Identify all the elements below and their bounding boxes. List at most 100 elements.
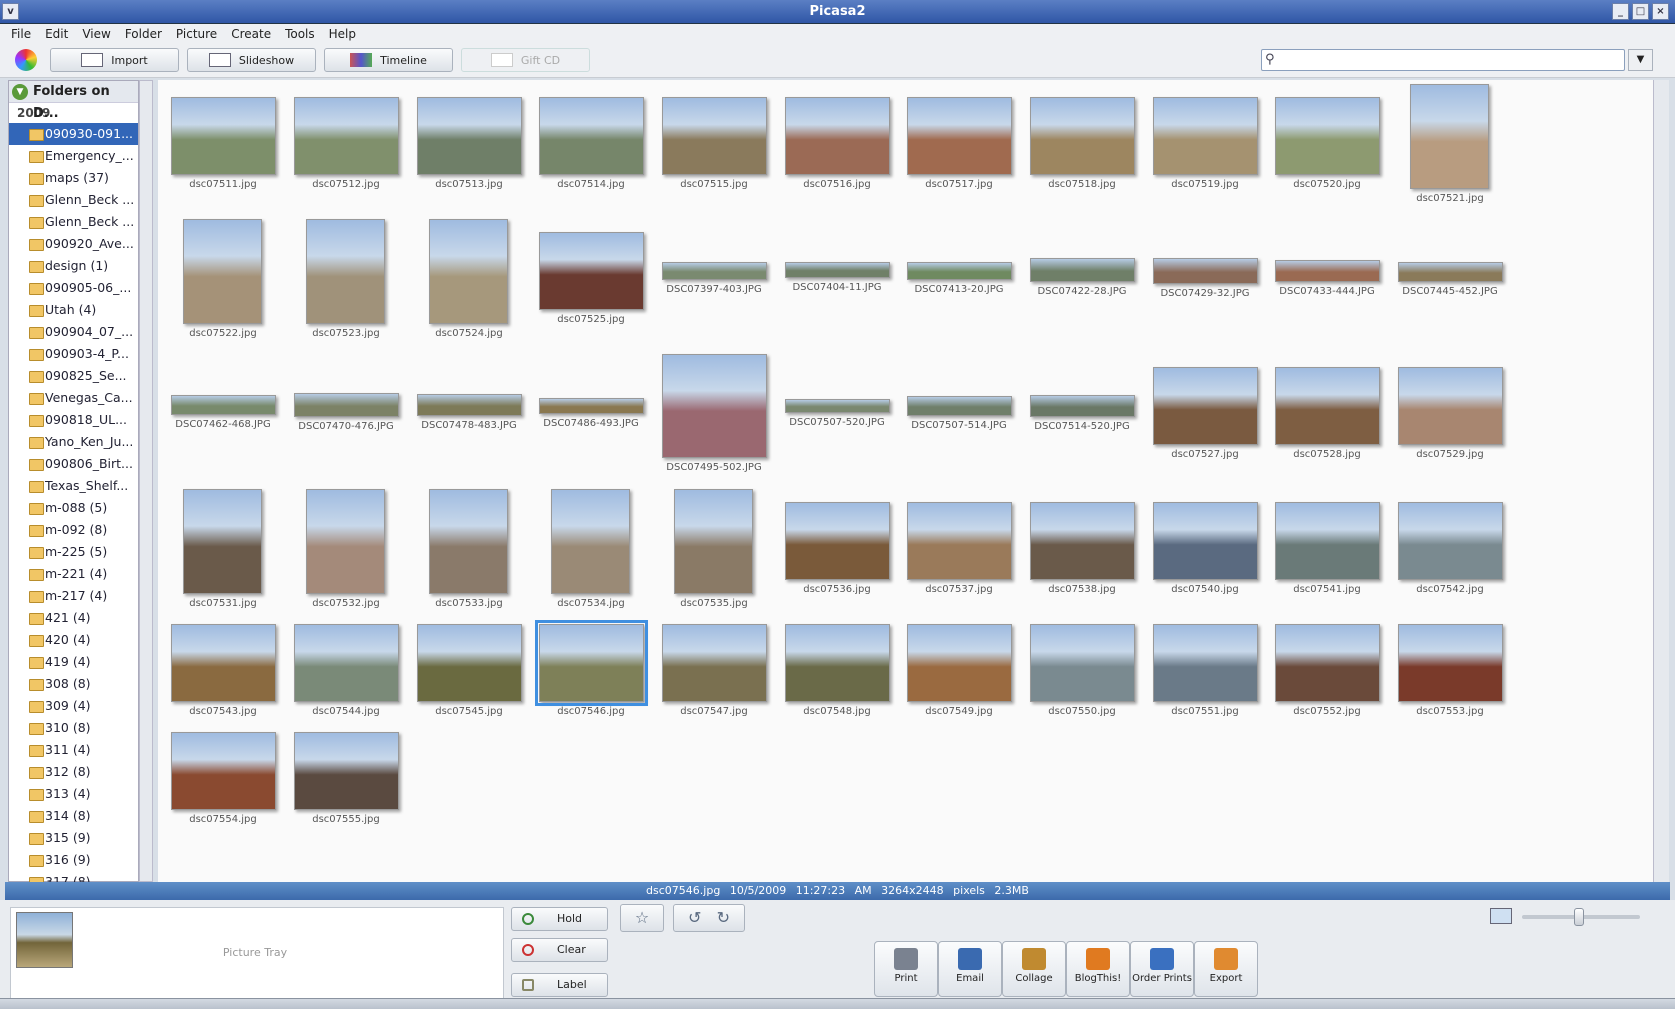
folder-item[interactable]: Yano_Ken_Ju... [9,431,138,453]
photo-thumbnail[interactable] [183,489,262,594]
folder-item[interactable]: Texas_Shelf... [9,475,138,497]
photo-thumbnail[interactable] [785,262,890,278]
folder-item[interactable]: 308 (8) [9,673,138,695]
photo-thumbnail[interactable] [907,262,1012,280]
photo-thumbnail[interactable] [1153,502,1258,580]
folder-item[interactable]: 311 (4) [9,739,138,761]
folders-header[interactable]: ▼ Folders on D... [9,81,138,121]
photo-thumbnail[interactable] [417,97,522,175]
folder-item[interactable]: 421 (4) [9,607,138,629]
collapse-icon[interactable]: ▼ [12,84,28,100]
photo-thumbnail[interactable] [1398,624,1503,702]
photo-thumbnail[interactable] [1153,624,1258,702]
photo-thumbnail[interactable] [294,97,399,175]
photo-thumbnail[interactable] [1275,502,1380,580]
menu-file[interactable]: File [11,27,31,41]
photo-thumbnail[interactable] [1275,260,1380,282]
menu-help[interactable]: Help [329,27,356,41]
folder-item[interactable]: 090904_07_... [9,321,138,343]
photo-thumbnail[interactable] [539,232,644,310]
tray-thumbnail[interactable] [16,912,73,968]
photo-thumbnail[interactable] [417,394,522,416]
order-prints-button[interactable]: Order Prints [1130,941,1194,997]
folder-item[interactable]: 090905-06_... [9,277,138,299]
folder-item[interactable]: 312 (8) [9,761,138,783]
folder-item[interactable]: 090806_Birt... [9,453,138,475]
photo-thumbnail[interactable] [785,399,890,413]
folder-item[interactable]: m-225 (5) [9,541,138,563]
photo-thumbnail[interactable] [171,732,276,810]
clear-button[interactable]: Clear [511,938,608,962]
folder-item[interactable]: 420 (4) [9,629,138,651]
hold-button[interactable]: Hold [511,907,608,931]
timeline-button[interactable]: Timeline [324,48,453,72]
rotate-right-icon[interactable]: ↻ [717,908,730,927]
close-icon[interactable]: × [1652,3,1669,20]
folder-item[interactable]: 316 (9) [9,849,138,871]
photo-thumbnail[interactable] [1275,624,1380,702]
folder-item[interactable]: 313 (4) [9,783,138,805]
search-input[interactable] [1261,49,1625,71]
photo-grid-scrollbar[interactable] [1653,80,1669,882]
photo-thumbnail[interactable] [535,620,648,706]
print-button[interactable]: Print [874,941,938,997]
photo-thumbnail[interactable] [785,624,890,702]
maximize-icon[interactable]: □ [1632,3,1649,20]
folder-item[interactable]: 315 (9) [9,827,138,849]
photo-thumbnail[interactable] [785,502,890,580]
photo-thumbnail[interactable] [662,354,767,458]
photo-thumbnail[interactable] [1030,258,1135,282]
photo-thumbnail[interactable] [294,732,399,810]
menu-folder[interactable]: Folder [125,27,162,41]
menu-picture[interactable]: Picture [176,27,217,41]
folder-item[interactable]: design (1) [9,255,138,277]
import-button[interactable]: Import [50,48,179,72]
folder-item[interactable]: 090903-4_P... [9,343,138,365]
menu-tools[interactable]: Tools [285,27,315,41]
photo-thumbnail[interactable] [662,624,767,702]
minimize-icon[interactable]: _ [1612,3,1629,20]
window-menu-icon[interactable]: v [2,3,19,20]
photo-thumbnail[interactable] [1153,367,1258,445]
menu-view[interactable]: View [82,27,110,41]
folder-item[interactable]: 419 (4) [9,651,138,673]
photo-thumbnail[interactable] [1275,97,1380,175]
photo-thumbnail[interactable] [1410,84,1489,189]
photo-thumbnail[interactable] [674,489,753,594]
photo-thumbnail[interactable] [1398,262,1503,282]
export-button[interactable]: Export [1194,941,1258,997]
photo-thumbnail[interactable] [539,398,644,414]
folder-item[interactable]: 309 (4) [9,695,138,717]
collage-button[interactable]: Collage [1002,941,1066,997]
folder-scrollbar[interactable] [139,80,153,882]
menu-create[interactable]: Create [231,27,271,41]
blogthis-button[interactable]: BlogThis! [1066,941,1130,997]
menu-edit[interactable]: Edit [45,27,68,41]
photo-thumbnail[interactable] [1030,395,1135,417]
photo-thumbnail[interactable] [1030,97,1135,175]
folder-item[interactable]: Glenn_Beck ... [9,211,138,233]
photo-thumbnail[interactable] [171,97,276,175]
photo-thumbnail[interactable] [907,502,1012,580]
label-button[interactable]: Label [511,973,608,997]
folder-item[interactable]: maps (37) [9,167,138,189]
folder-item[interactable]: 090818_UL... [9,409,138,431]
photo-thumbnail[interactable] [1398,502,1503,580]
photo-thumbnail[interactable] [1153,258,1258,284]
photo-thumbnail[interactable] [539,97,644,175]
photo-thumbnail[interactable] [417,624,522,702]
photo-thumbnail[interactable] [662,97,767,175]
photo-thumbnail[interactable] [306,489,385,594]
photo-thumbnail[interactable] [171,624,276,702]
slider-handle[interactable] [1574,908,1584,926]
search-dropdown-button[interactable]: ▼ [1628,49,1653,71]
photo-thumbnail[interactable] [1030,624,1135,702]
gift-cd-button[interactable]: Gift CD [461,48,590,72]
photo-thumbnail[interactable] [294,393,399,417]
photo-thumbnail[interactable] [551,489,630,594]
photo-thumbnail[interactable] [907,624,1012,702]
folder-item[interactable]: Glenn_Beck ... [9,189,138,211]
slideshow-button[interactable]: Slideshow [187,48,316,72]
folder-item[interactable]: Venegas_Ca... [9,387,138,409]
photo-thumbnail[interactable] [907,97,1012,175]
